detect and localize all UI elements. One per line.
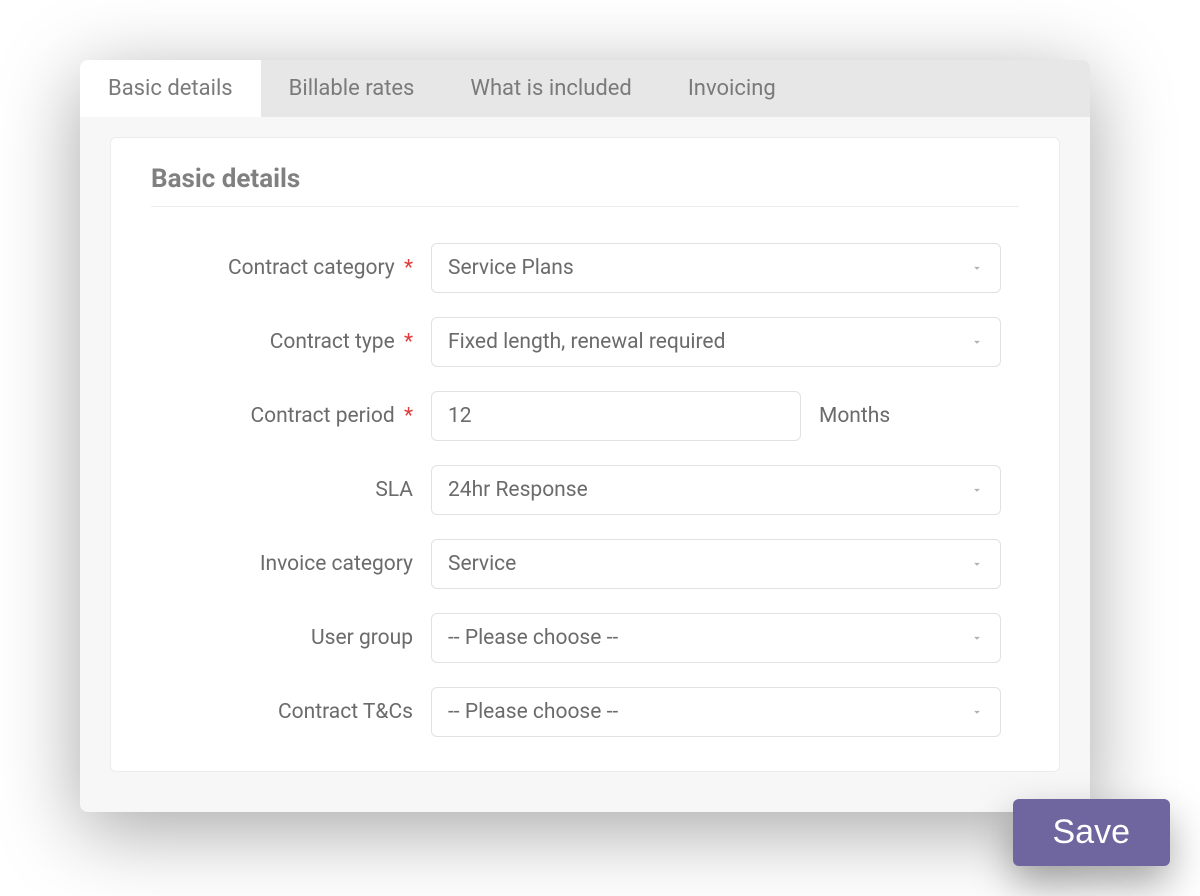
required-marker: * (404, 256, 413, 280)
tab-basic-details[interactable]: Basic details (80, 60, 261, 117)
select-value: -- Please choose -- (448, 700, 618, 724)
row-sla: SLA 24hr Response (151, 465, 1019, 515)
select-value: Fixed length, renewal required (448, 330, 725, 354)
tab-invoicing[interactable]: Invoicing (660, 60, 804, 117)
required-marker: * (404, 404, 413, 428)
label-text: Contract T&Cs (278, 700, 413, 724)
label-contract-category: Contract category * (151, 256, 431, 280)
input-contract-period[interactable] (431, 391, 801, 441)
row-contract-category: Contract category * Service Plans (151, 243, 1019, 293)
label-user-group: User group (151, 626, 431, 650)
label-contract-type: Contract type * (151, 330, 431, 354)
period-suffix: Months (819, 404, 890, 428)
tab-bar: Basic details Billable rates What is inc… (80, 60, 1090, 117)
label-text: Contract type (270, 330, 395, 354)
select-invoice-category[interactable]: Service (431, 539, 1001, 589)
select-value: Service (448, 552, 516, 576)
chevron-down-icon (970, 557, 984, 571)
row-contract-period: Contract period * Months (151, 391, 1019, 441)
chevron-down-icon (970, 261, 984, 275)
tab-what-is-included[interactable]: What is included (442, 60, 659, 117)
label-invoice-category: Invoice category (151, 552, 431, 576)
select-value: 24hr Response (448, 478, 588, 502)
label-text: SLA (375, 478, 413, 502)
select-contract-type[interactable]: Fixed length, renewal required (431, 317, 1001, 367)
select-contract-tcs[interactable]: -- Please choose -- (431, 687, 1001, 737)
label-sla: SLA (151, 478, 431, 502)
panel-body: Basic details Contract category * Servic… (80, 117, 1090, 812)
chevron-down-icon (970, 335, 984, 349)
required-marker: * (404, 330, 413, 354)
label-contract-tcs: Contract T&Cs (151, 700, 431, 724)
label-text: Invoice category (260, 552, 413, 576)
settings-panel: Basic details Billable rates What is inc… (80, 60, 1090, 812)
label-text: Contract category (228, 256, 395, 280)
save-button[interactable]: Save (1013, 799, 1171, 866)
divider (151, 206, 1019, 207)
row-user-group: User group -- Please choose -- (151, 613, 1019, 663)
section-title: Basic details (151, 164, 1019, 194)
label-text: Contract period (250, 404, 394, 428)
label-text: User group (311, 626, 413, 650)
row-contract-tcs: Contract T&Cs -- Please choose -- (151, 687, 1019, 737)
tab-billable-rates[interactable]: Billable rates (261, 60, 443, 117)
select-sla[interactable]: 24hr Response (431, 465, 1001, 515)
chevron-down-icon (970, 705, 984, 719)
select-contract-category[interactable]: Service Plans (431, 243, 1001, 293)
row-contract-type: Contract type * Fixed length, renewal re… (151, 317, 1019, 367)
chevron-down-icon (970, 631, 984, 645)
select-user-group[interactable]: -- Please choose -- (431, 613, 1001, 663)
select-value: -- Please choose -- (448, 626, 618, 650)
basic-details-card: Basic details Contract category * Servic… (110, 137, 1060, 772)
chevron-down-icon (970, 483, 984, 497)
row-invoice-category: Invoice category Service (151, 539, 1019, 589)
label-contract-period: Contract period * (151, 404, 431, 428)
select-value: Service Plans (448, 256, 574, 280)
